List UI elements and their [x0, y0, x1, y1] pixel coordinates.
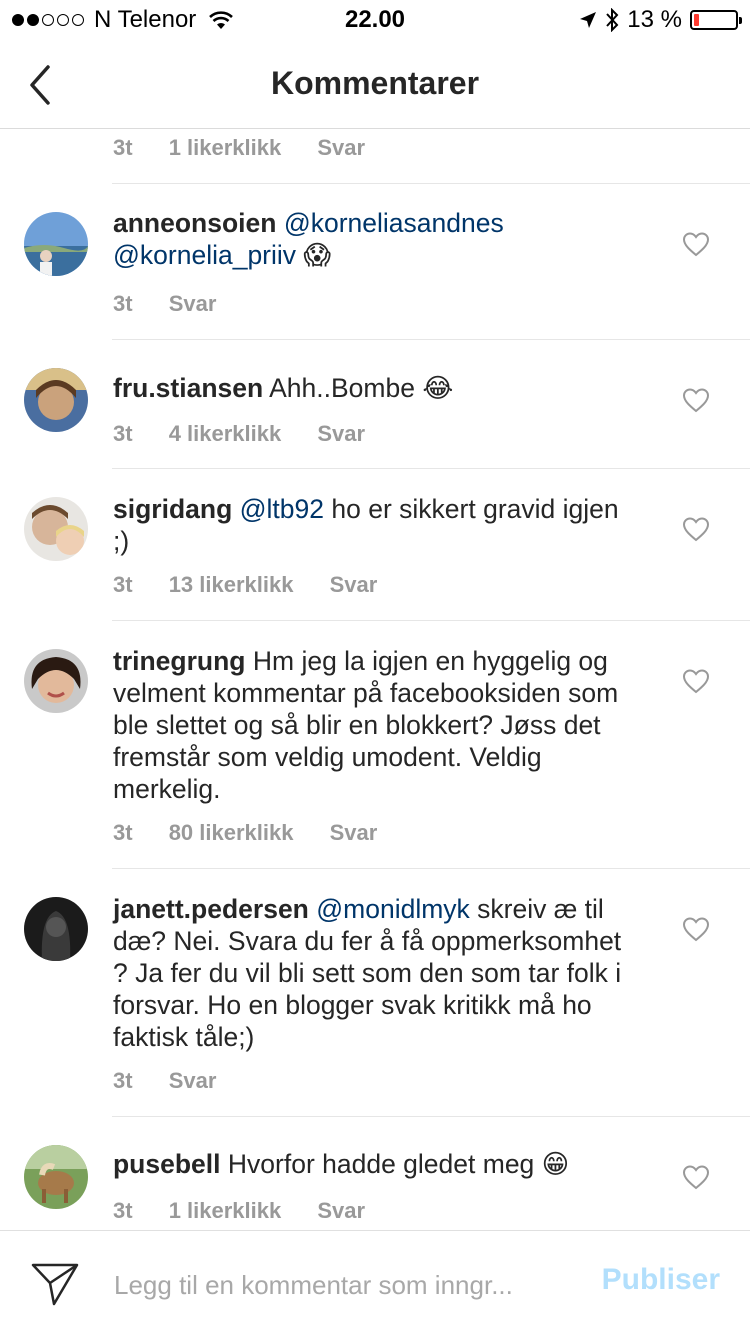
comment-item: trinegrung Hm jeg la igjen en hyggelig o… [0, 620, 750, 869]
status-bar: N Telenor 22.00 13 % [0, 0, 750, 40]
comment-input[interactable] [114, 1265, 564, 1305]
comment-username[interactable]: janett.pedersen [113, 894, 309, 924]
comment-meta: 3t 80 likerklikk Svar [113, 820, 407, 846]
comment-composer: Publiser [0, 1230, 750, 1334]
likes-link[interactable]: 80 likerklikk [169, 820, 294, 845]
comment-previous: 3t 1 likerklikk Svar [0, 129, 750, 184]
reply-button[interactable]: Svar [317, 135, 365, 160]
avatar[interactable] [24, 1145, 88, 1209]
comment-text: Hvorfor hadde gledet meg [227, 1149, 535, 1179]
comment-meta: 3t 1 likerklikk Svar [113, 135, 395, 161]
reply-button[interactable]: Svar [317, 1198, 365, 1223]
avatar[interactable] [24, 497, 88, 561]
comment-time: 3t [113, 1198, 133, 1223]
likes-link[interactable]: 1 likerklikk [169, 135, 282, 160]
reply-button[interactable]: Svar [330, 572, 378, 597]
likes-link[interactable]: 13 likerklikk [169, 572, 294, 597]
comment-item: fru.stiansen Ahh..Bombe 😂 3t 4 likerklik… [0, 339, 750, 469]
comment-username[interactable]: sigridang [113, 494, 232, 524]
comment-mention[interactable]: @ltb92 [240, 494, 324, 524]
nav-bar: Kommentarer [0, 40, 750, 129]
comment-item: janett.pedersen @monidlmyk skreiv æ til … [0, 868, 750, 1117]
comment-meta: 3t 13 likerklikk Svar [113, 572, 407, 598]
comment-time: 3t [113, 820, 133, 845]
heart-icon[interactable] [682, 916, 710, 942]
comment-item: anneonsoien @korneliasandnes @kornelia_p… [0, 183, 750, 340]
emoji-grin: 😁 [541, 1149, 570, 1180]
avatar[interactable] [24, 897, 88, 961]
comment-username[interactable]: pusebell [113, 1149, 221, 1179]
comment-body: sigridang @ltb92 ho er sikkert gravid ig… [113, 493, 633, 557]
comment-username[interactable]: trinegrung [113, 646, 246, 676]
paper-plane-icon[interactable] [30, 1261, 80, 1307]
heart-icon[interactable] [682, 668, 710, 694]
avatar[interactable] [24, 212, 88, 276]
reply-button[interactable]: Svar [317, 421, 365, 446]
emoji-joy: 😂 [422, 373, 454, 404]
likes-link[interactable]: 4 likerklikk [169, 421, 282, 446]
comment-text: Ahh..Bombe [269, 373, 415, 403]
comment-time: 3t [113, 1068, 133, 1093]
comment-time: 3t [113, 135, 133, 160]
avatar[interactable] [24, 368, 88, 432]
bluetooth-icon [606, 8, 619, 32]
comment-time: 3t [113, 291, 133, 316]
comment-meta: 3t Svar [113, 291, 246, 317]
comment-username[interactable]: fru.stiansen [113, 373, 263, 403]
battery-percent: 13 % [627, 6, 682, 33]
comment-time: 3t [113, 421, 133, 446]
avatar[interactable] [24, 649, 88, 713]
status-right: 13 % [579, 6, 742, 34]
comment-body: janett.pedersen @monidlmyk skreiv æ til … [113, 893, 633, 1053]
comment-meta: 3t 4 likerklikk Svar [113, 421, 395, 447]
comment-item: sigridang @ltb92 ho er sikkert gravid ig… [0, 468, 750, 621]
battery-level [694, 14, 700, 26]
comment-item: pusebell Hvorfor hadde gledet meg 😁 3t 1… [0, 1116, 750, 1230]
comment-meta: 3t Svar [113, 1068, 246, 1094]
location-arrow-icon [580, 12, 597, 28]
comment-body: fru.stiansen Ahh..Bombe 😂 [113, 372, 633, 405]
comment-mention[interactable]: @monidlmyk [316, 894, 470, 924]
publish-button[interactable]: Publiser [602, 1263, 720, 1297]
heart-icon[interactable] [682, 387, 710, 413]
comment-body: pusebell Hvorfor hadde gledet meg 😁 [113, 1148, 633, 1181]
comment-mention[interactable]: @korneliasandnes [284, 208, 504, 238]
reply-button[interactable]: Svar [330, 820, 378, 845]
reply-button[interactable]: Svar [169, 1068, 217, 1093]
heart-icon[interactable] [682, 231, 710, 257]
comment-mention[interactable]: @kornelia_priiv [113, 240, 296, 270]
comments-list[interactable]: 3t 1 likerklikk Svar anneonsoien @kornel… [0, 129, 750, 1230]
battery-icon [690, 10, 742, 30]
comment-username[interactable]: anneonsoien [113, 208, 276, 238]
heart-icon[interactable] [682, 1164, 710, 1190]
comment-body: anneonsoien @korneliasandnes @kornelia_p… [113, 207, 633, 272]
likes-link[interactable]: 1 likerklikk [169, 1198, 282, 1223]
emoji-scream: 😱 [303, 240, 332, 271]
comment-meta: 3t 1 likerklikk Svar [113, 1198, 395, 1224]
comment-time: 3t [113, 572, 133, 597]
heart-icon[interactable] [682, 516, 710, 542]
page-title: Kommentarer [270, 65, 480, 101]
comment-body: trinegrung Hm jeg la igjen en hyggelig o… [113, 645, 633, 805]
reply-button[interactable]: Svar [169, 291, 217, 316]
